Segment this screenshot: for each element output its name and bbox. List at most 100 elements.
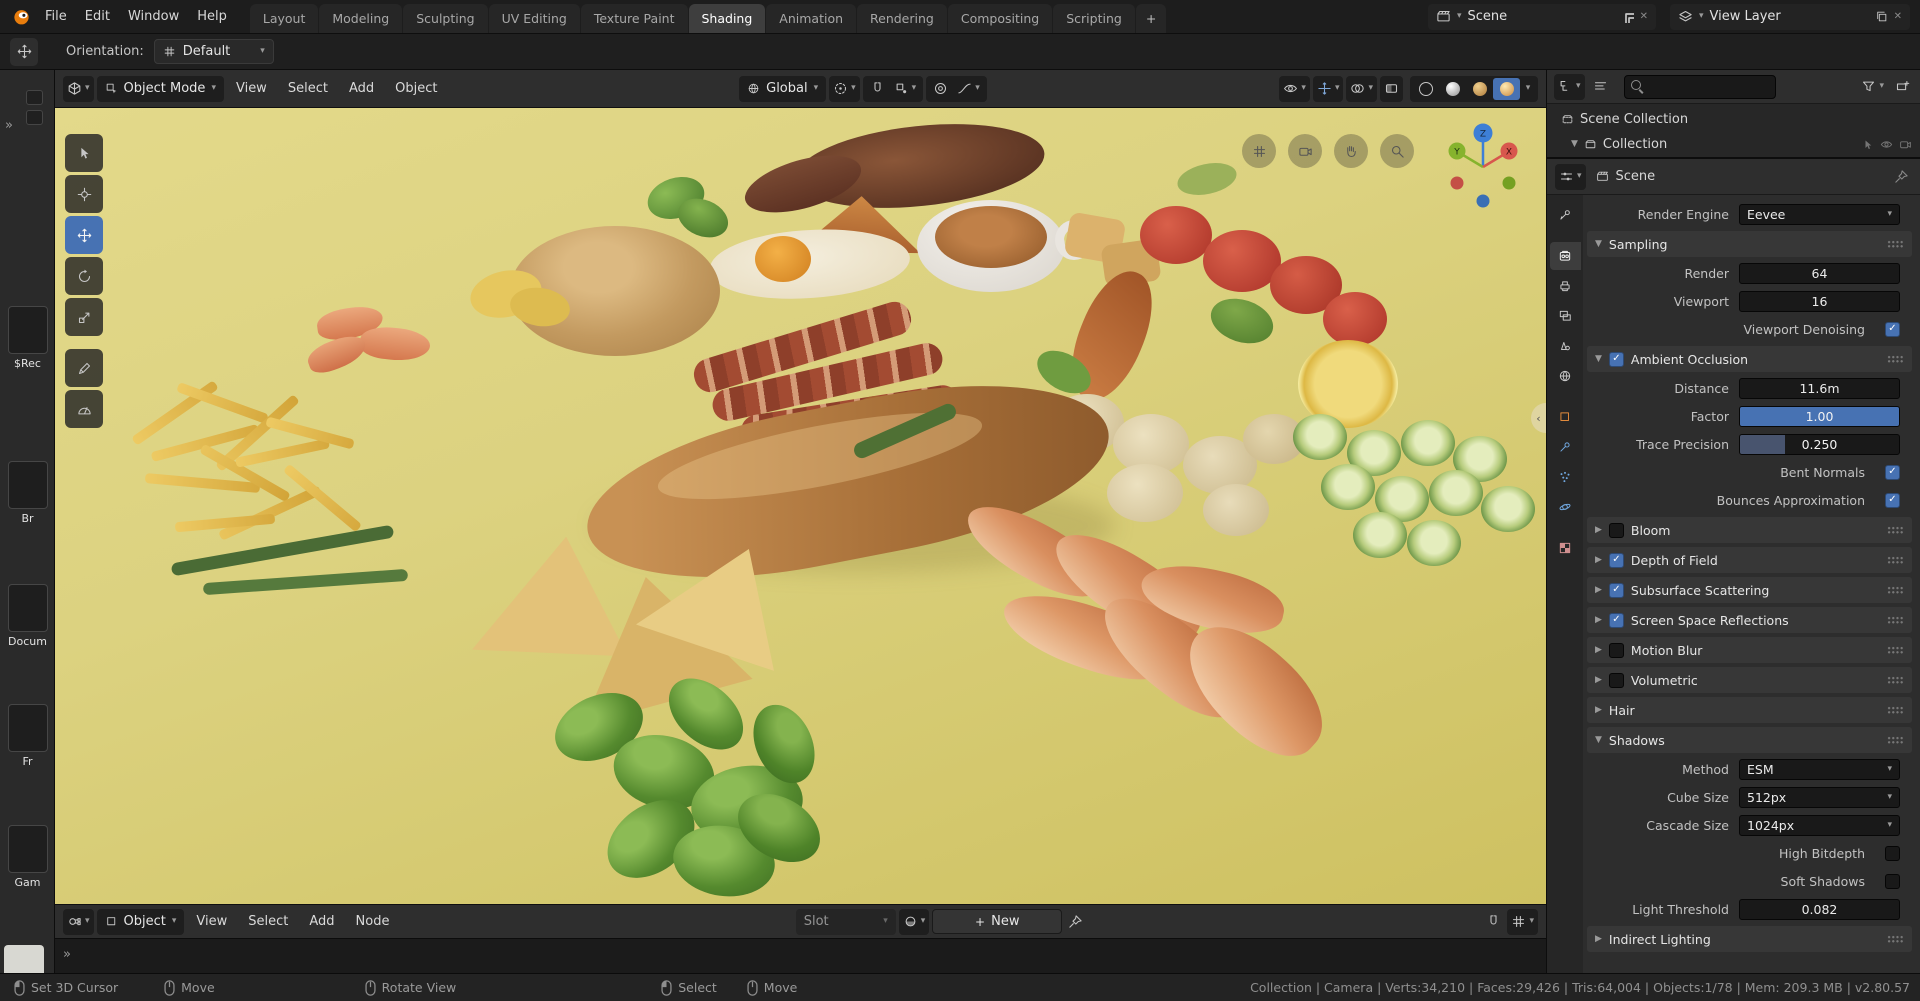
properties-tab-object[interactable] bbox=[1550, 403, 1581, 431]
camera-view-icon[interactable] bbox=[1288, 134, 1322, 168]
sidebar-collapse-arrow[interactable]: ‹ bbox=[1531, 403, 1546, 433]
tab-scripting[interactable]: Scripting bbox=[1053, 4, 1135, 33]
ao-distance-field[interactable]: 11.6m bbox=[1739, 377, 1900, 399]
panel-hair[interactable]: ▶ Hair bbox=[1587, 697, 1912, 723]
tab-animation[interactable]: Animation bbox=[766, 4, 857, 33]
motion-blur-checkbox[interactable]: ✓ bbox=[1608, 642, 1624, 658]
properties-tab-physics[interactable] bbox=[1550, 493, 1581, 521]
menu-select[interactable]: Select bbox=[279, 77, 337, 100]
panel-grip-icon[interactable] bbox=[1887, 675, 1904, 685]
sampling-viewport-field[interactable]: 16 bbox=[1739, 290, 1900, 312]
render-engine-dropdown[interactable]: Eevee ▾ bbox=[1739, 203, 1900, 225]
measure-tool[interactable] bbox=[65, 390, 103, 428]
file-item[interactable]: Gam bbox=[4, 825, 51, 889]
editor-type-button[interactable]: ▾ bbox=[1554, 73, 1585, 100]
panel-grip-icon[interactable] bbox=[1887, 555, 1904, 565]
node-overlay-dropdown[interactable]: ▾ bbox=[1507, 908, 1539, 935]
visibility-dropdown[interactable]: ▾ bbox=[1279, 75, 1310, 102]
panel-subsurface-scattering[interactable]: ▶ ✓ Subsurface Scattering bbox=[1587, 577, 1912, 603]
menu-view[interactable]: View bbox=[227, 77, 276, 100]
slot-dropdown[interactable]: Slot ▾ bbox=[795, 908, 896, 935]
panel-indirect-lighting[interactable]: ▶ Indirect Lighting bbox=[1587, 926, 1912, 952]
bent-normals-checkbox[interactable]: ✓ bbox=[1885, 464, 1900, 480]
hide-viewport-eye-icon[interactable] bbox=[1880, 138, 1893, 151]
scale-tool[interactable] bbox=[65, 298, 103, 336]
panel-grip-icon[interactable] bbox=[1887, 585, 1904, 595]
display-mode-icon[interactable] bbox=[1590, 75, 1611, 99]
panel-volumetric[interactable]: ▶ ✓ Volumetric bbox=[1587, 667, 1912, 693]
shading-rendered-button[interactable] bbox=[1493, 77, 1520, 100]
view-layer-selector[interactable]: ▾ View Layer ✕ bbox=[1670, 3, 1910, 30]
overlays-dropdown[interactable]: ▾ bbox=[1346, 75, 1377, 102]
editor-type-button[interactable]: ▾ bbox=[63, 908, 94, 935]
subsurface-scattering-checkbox[interactable]: ✓ bbox=[1608, 582, 1624, 598]
snap-target-dropdown[interactable]: ▾ bbox=[891, 77, 920, 101]
shadow-method-dropdown[interactable]: ESM ▾ bbox=[1739, 758, 1900, 780]
volumetric-checkbox[interactable]: ✓ bbox=[1608, 672, 1624, 688]
tab-uv-editing[interactable]: UV Editing bbox=[488, 4, 580, 33]
outliner-row-collection[interactable]: ▼ Collection bbox=[1547, 132, 1920, 157]
rotate-tool[interactable] bbox=[65, 257, 103, 295]
panel-grip-icon[interactable] bbox=[1887, 354, 1904, 364]
node-editor-area[interactable]: » bbox=[55, 938, 1546, 973]
new-view-layer-icon[interactable] bbox=[1875, 10, 1888, 23]
pin-icon[interactable] bbox=[1065, 910, 1086, 934]
outliner-search[interactable] bbox=[1623, 74, 1776, 99]
new-collection-button[interactable] bbox=[1892, 75, 1913, 99]
bloom-checkbox[interactable]: ✓ bbox=[1608, 522, 1624, 538]
file-item[interactable]: Fr bbox=[4, 704, 51, 768]
cascade-size-dropdown[interactable]: 1024px ▾ bbox=[1739, 814, 1900, 836]
file-item[interactable]: Docum bbox=[4, 584, 51, 648]
bounces-approximation-checkbox[interactable]: ✓ bbox=[1885, 492, 1900, 508]
menu-window[interactable]: Window bbox=[119, 0, 188, 33]
menu-add[interactable]: Add bbox=[340, 77, 383, 100]
editor-type-button[interactable]: ▾ bbox=[1555, 163, 1586, 190]
tab-compositing[interactable]: Compositing bbox=[947, 4, 1053, 33]
navigation-gizmo[interactable]: Z Y X bbox=[1436, 120, 1530, 214]
shader-type-dropdown[interactable]: Object ▾ bbox=[96, 908, 185, 935]
panel-motion-blur[interactable]: ▶ ✓ Motion Blur bbox=[1587, 637, 1912, 663]
select-box-tool[interactable] bbox=[65, 134, 103, 172]
panel-grip-icon[interactable] bbox=[1887, 525, 1904, 535]
menu-object[interactable]: Object bbox=[386, 77, 446, 100]
properties-tab-tool[interactable] bbox=[1550, 201, 1581, 229]
tab-shading[interactable]: Shading bbox=[688, 4, 766, 33]
depth-of-field-checkbox[interactable]: ✓ bbox=[1608, 552, 1624, 568]
panel-screen-space-reflections[interactable]: ▶ ✓ Screen Space Reflections bbox=[1587, 607, 1912, 633]
tab-layout[interactable]: Layout bbox=[249, 4, 319, 33]
triangle-open-icon[interactable]: ▼ bbox=[1571, 140, 1578, 149]
panel-grip-icon[interactable] bbox=[1887, 735, 1904, 745]
tab-modeling[interactable]: Modeling bbox=[319, 4, 403, 33]
file-item[interactable]: Br bbox=[4, 461, 51, 525]
menu-help[interactable]: Help bbox=[188, 0, 236, 33]
tab-sculpting[interactable]: Sculpting bbox=[403, 4, 488, 33]
menu-select[interactable]: Select bbox=[239, 910, 297, 933]
new-material-button[interactable]: + New bbox=[932, 909, 1063, 934]
gizmos-dropdown[interactable]: ▾ bbox=[1312, 75, 1344, 102]
unlink-scene-icon[interactable]: ✕ bbox=[1640, 11, 1648, 22]
panel-grip-icon[interactable] bbox=[1887, 239, 1904, 249]
disable-render-camera-icon[interactable] bbox=[1899, 138, 1912, 151]
node-snap-icon[interactable] bbox=[1483, 910, 1504, 934]
snap-toggle[interactable] bbox=[867, 77, 888, 101]
shading-options-dropdown[interactable]: ▾ bbox=[1520, 78, 1536, 100]
proportional-edit-toggle[interactable] bbox=[930, 77, 951, 101]
properties-tab-scene[interactable] bbox=[1550, 332, 1581, 360]
new-scene-icon[interactable] bbox=[1621, 10, 1634, 23]
shading-material-button[interactable] bbox=[1466, 78, 1493, 100]
remove-view-layer-icon[interactable]: ✕ bbox=[1894, 11, 1902, 22]
orientation-dropdown[interactable]: Default ▾ bbox=[153, 39, 274, 64]
outliner-row-scene-collection[interactable]: Scene Collection bbox=[1547, 107, 1920, 132]
screen-space-reflections-checkbox[interactable]: ✓ bbox=[1608, 612, 1624, 628]
pivot-point-dropdown[interactable]: ▾ bbox=[829, 75, 860, 102]
panel-grip-icon[interactable] bbox=[1887, 934, 1904, 944]
pin-icon[interactable] bbox=[1891, 165, 1912, 189]
annotate-tool[interactable] bbox=[65, 349, 103, 387]
menu-edit[interactable]: Edit bbox=[76, 0, 119, 33]
properties-tab-particles[interactable] bbox=[1550, 463, 1581, 491]
viewport-denoising-checkbox[interactable]: ✓ bbox=[1885, 321, 1900, 337]
pan-hand-icon[interactable] bbox=[1334, 134, 1368, 168]
properties-tab-render[interactable] bbox=[1549, 242, 1581, 270]
cube-size-dropdown[interactable]: 512px ▾ bbox=[1739, 786, 1900, 808]
filter-dropdown[interactable]: ▾ bbox=[1858, 75, 1887, 99]
